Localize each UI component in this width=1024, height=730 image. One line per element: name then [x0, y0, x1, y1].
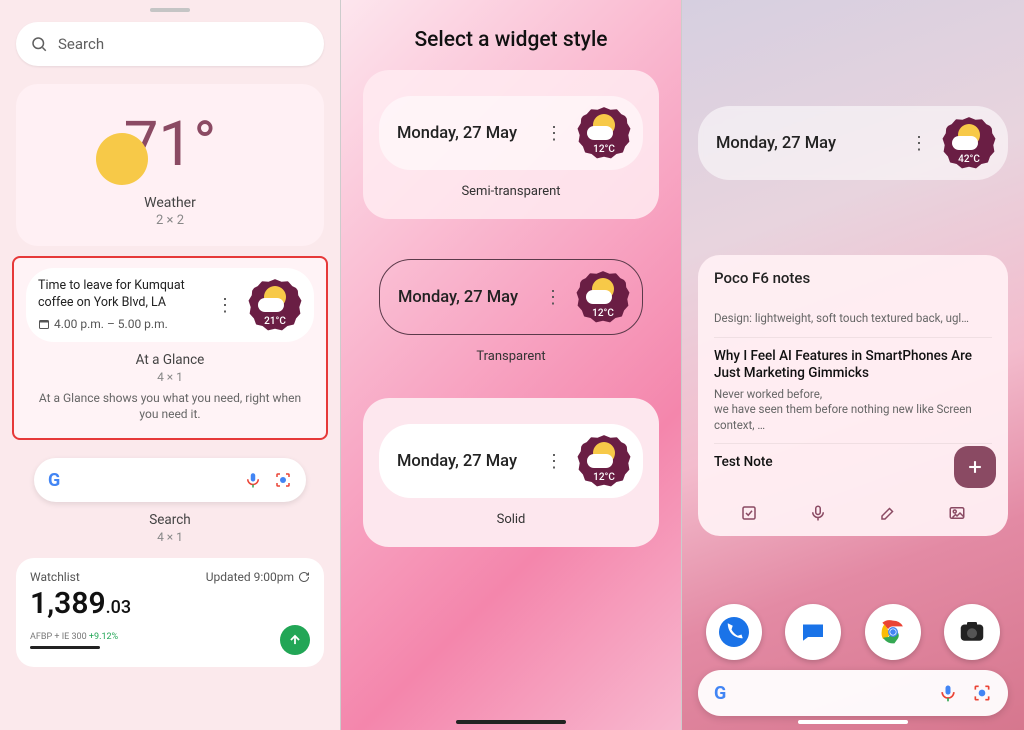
go-button[interactable]: [280, 625, 310, 655]
drag-handle[interactable]: [150, 8, 190, 12]
sparkline: [30, 646, 100, 649]
widget-style-panel: Select a widget style Monday, 27 May ⋮ 1…: [341, 0, 682, 730]
brush-icon[interactable]: [879, 504, 897, 526]
search-placeholder: Search: [58, 35, 104, 53]
chrome-app[interactable]: [865, 604, 921, 660]
more-icon[interactable]: ⋮: [212, 295, 238, 316]
glance-time: 4.00 p.m. – 5.00 p.m.: [54, 316, 168, 332]
google-search-widget-preview[interactable]: G: [34, 458, 306, 502]
style-option-semi[interactable]: Monday, 27 May ⋮ 12°C Semi-transparent: [363, 70, 659, 219]
keep-notes-widget[interactable]: Poco F6 notes Design: lightweight, soft …: [698, 255, 1008, 536]
glance-title: At a Glance: [26, 352, 314, 368]
weather-badge[interactable]: 42°C: [942, 116, 996, 170]
lens-icon[interactable]: [972, 683, 992, 703]
google-logo-icon: G: [48, 470, 60, 491]
weather-size: 2 × 2: [16, 213, 324, 228]
image-icon[interactable]: [948, 504, 966, 526]
weather-widget-preview[interactable]: 71° Weather 2 × 2: [16, 84, 324, 246]
weather-badge: 21°C: [248, 278, 302, 332]
glance-size: 4 × 1: [26, 370, 314, 384]
at-a-glance-widget[interactable]: Monday, 27 May ⋮ 42°C: [698, 106, 1008, 180]
more-icon[interactable]: ⋮: [541, 451, 567, 472]
refresh-icon[interactable]: [298, 571, 310, 583]
more-icon[interactable]: ⋮: [541, 123, 567, 144]
lens-icon: [274, 471, 292, 489]
mic-icon: [244, 471, 262, 489]
app-dock: [682, 604, 1024, 660]
weather-temp: 71°: [124, 108, 217, 181]
finance-int: 1,389: [30, 586, 106, 621]
widget-picker-panel: Search 71° Weather 2 × 2 Time to leave f…: [0, 0, 341, 730]
camera-app[interactable]: [944, 604, 1000, 660]
at-a-glance-pill: Time to leave for Kumquat coffee on York…: [26, 268, 314, 342]
glance-headline: Time to leave for Kumquat coffee on York…: [38, 278, 202, 312]
finance-widget-preview[interactable]: Watchlist Updated 9:00pm 1,389.03 AFBP +…: [16, 558, 324, 667]
note-item: Design: lightweight, soft touch textured…: [714, 297, 992, 337]
style-option-transparent[interactable]: Monday, 27 May ⋮ 12°C Transparent: [363, 233, 659, 384]
mic-icon[interactable]: [809, 504, 827, 526]
style-title: Select a widget style: [341, 0, 681, 70]
phone-app[interactable]: [706, 604, 762, 660]
homescreen-panel: Monday, 27 May ⋮ 42°C Poco F6 notes Desi…: [682, 0, 1024, 730]
more-icon[interactable]: ⋮: [540, 287, 566, 308]
mic-icon[interactable]: [938, 683, 958, 703]
gsearch-title: Search: [0, 512, 340, 528]
weather-title: Weather: [16, 195, 324, 211]
at-a-glance-highlight[interactable]: Time to leave for Kumquat coffee on York…: [12, 256, 328, 440]
google-search-bar[interactable]: G: [698, 670, 1008, 716]
gesture-bar[interactable]: [456, 720, 566, 724]
widget-search[interactable]: Search: [16, 22, 324, 66]
calendar-icon: [38, 318, 50, 330]
note-item: Test Note: [714, 443, 992, 482]
updated-label: Updated 9:00pm: [206, 570, 294, 584]
watchlist-label: Watchlist: [30, 570, 80, 584]
glance-desc: At a Glance shows you what you need, rig…: [32, 390, 308, 422]
style-option-solid[interactable]: Monday, 27 May ⋮ 12°C Solid: [363, 398, 659, 547]
google-logo-icon: G: [714, 683, 726, 704]
gesture-bar[interactable]: [798, 720, 908, 724]
search-icon: [30, 35, 48, 53]
messages-app[interactable]: [785, 604, 841, 660]
gsearch-size: 4 × 1: [0, 530, 340, 544]
notes-title: Poco F6 notes: [714, 269, 992, 287]
sun-icon: [96, 133, 148, 185]
note-item: Why I Feel AI Features in SmartPhones Ar…: [714, 337, 992, 444]
more-icon[interactable]: ⋮: [906, 133, 932, 154]
checkbox-icon[interactable]: [740, 504, 758, 526]
finance-dec: .03: [106, 597, 131, 618]
add-note-button[interactable]: [954, 446, 996, 488]
